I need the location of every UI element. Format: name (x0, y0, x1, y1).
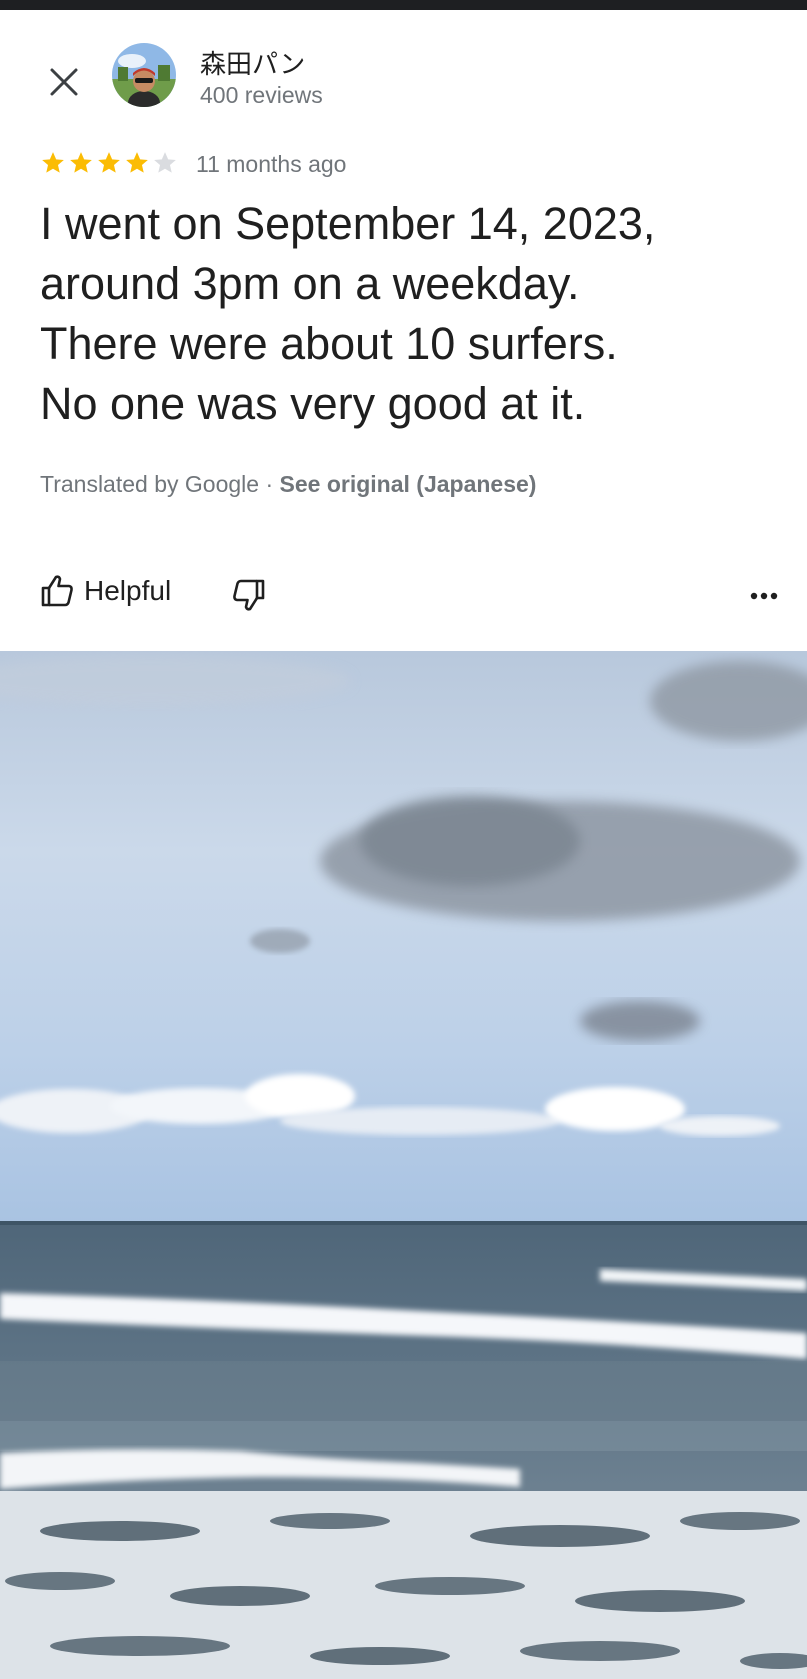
thumbs-up-icon (41, 575, 73, 607)
star-rating (40, 150, 178, 176)
avatar-photo (112, 43, 176, 107)
review-photo[interactable] (0, 651, 807, 1679)
star-filled-icon (98, 152, 120, 173)
see-original-link[interactable]: See original (Japanese) (280, 471, 537, 497)
avatar[interactable] (112, 43, 176, 107)
translation-separator: · (265, 471, 274, 497)
helpful-label: Helpful (84, 575, 172, 606)
thumbs-down-icon (233, 579, 265, 611)
star-filled-icon (126, 152, 148, 173)
close-icon (50, 68, 78, 96)
author-name[interactable]: 森田パン (200, 44, 305, 81)
status-bar (0, 0, 807, 10)
review-time: 11 months ago (196, 151, 347, 177)
ocean-waves-beach-photo (0, 651, 807, 1679)
star-filled-icon (70, 152, 92, 173)
star-empty-icon (154, 152, 176, 173)
review-text: I went on September 14, 2023, around 3pm… (40, 198, 656, 429)
more-icon (750, 592, 778, 600)
unhelpful-button[interactable] (232, 578, 268, 614)
review-sheet: 森田パン 400 reviews 11 months ago I went on… (0, 10, 807, 650)
star-filled-icon (42, 152, 64, 173)
translation-label: Translated by Google (40, 471, 260, 497)
helpful-button[interactable]: Helpful (40, 574, 171, 608)
translation-line: Translated by Google · See original (Jap… (40, 471, 536, 498)
close-button[interactable] (40, 58, 88, 106)
author-review-count: 400 reviews (200, 82, 323, 108)
more-options-button[interactable] (748, 578, 780, 614)
